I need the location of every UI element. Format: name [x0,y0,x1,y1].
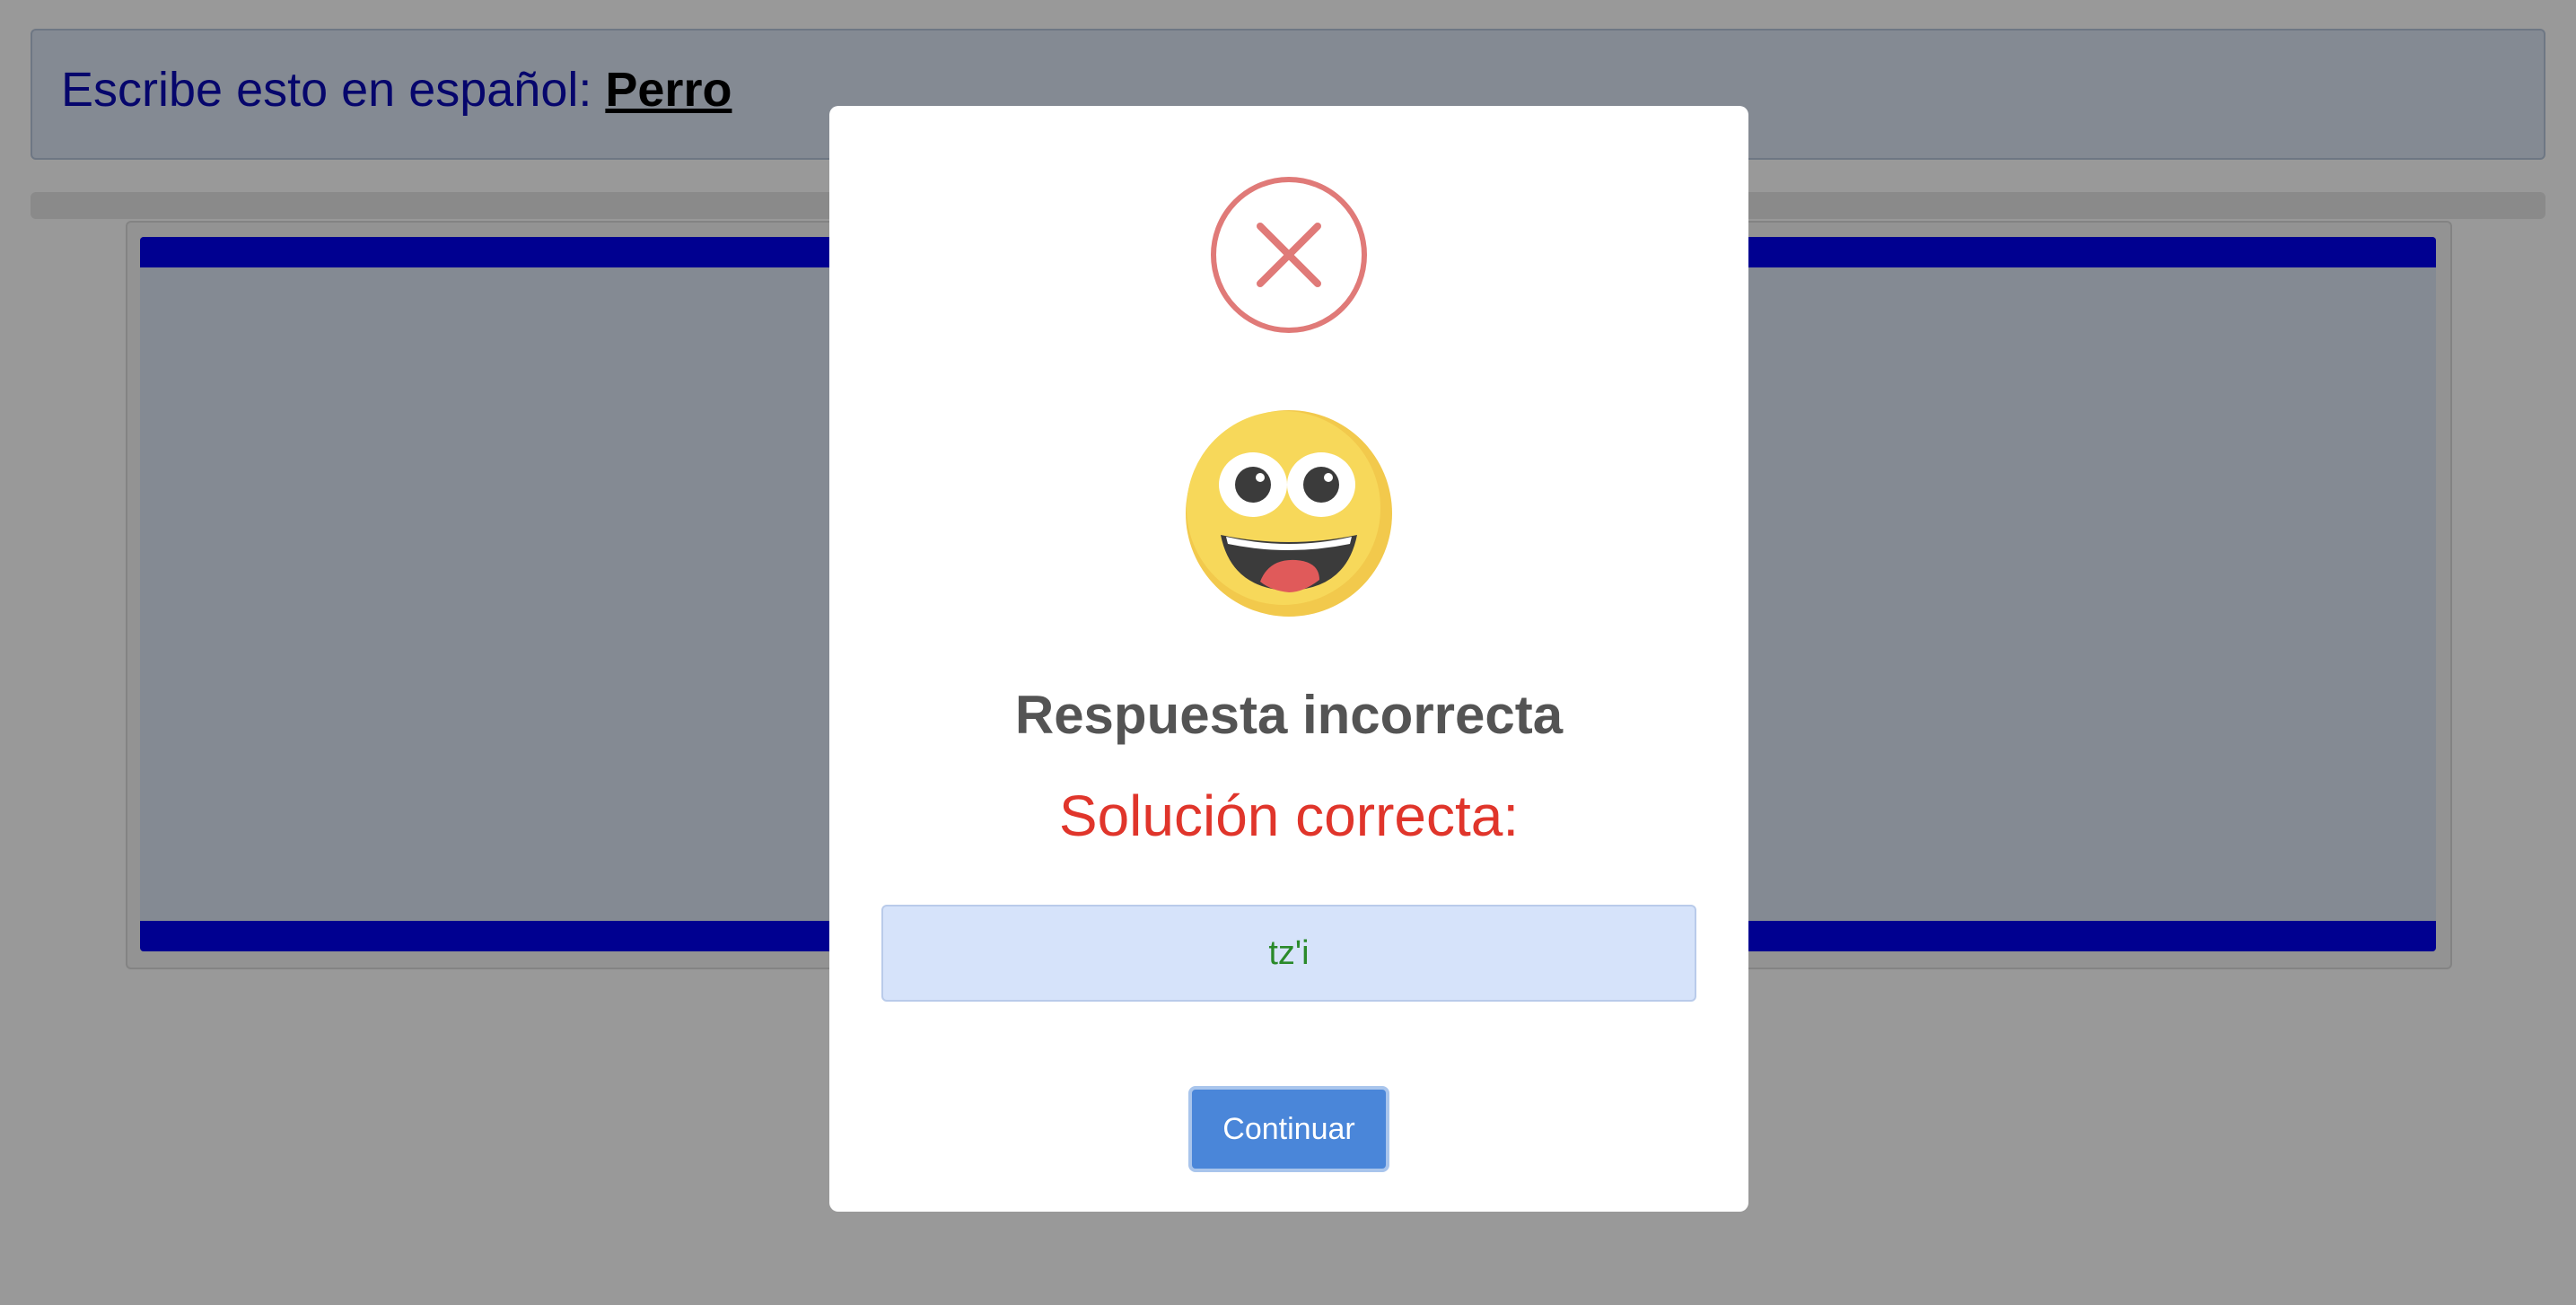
solution-label: Solución correcta: [1058,784,1520,848]
correct-answer-box: tz'i [881,905,1696,1002]
correct-answer-text: tz'i [1268,933,1310,972]
continue-button[interactable]: Continuar [1188,1086,1389,1172]
x-circle-icon [1211,177,1367,333]
grinning-face-emoji-icon [1186,410,1392,617]
result-title: Respuesta incorrecta [1014,685,1564,745]
result-dialog: Respuesta incorrecta Solución correcta: … [829,106,1748,1212]
continue-button-label: Continuar [1222,1111,1355,1146]
